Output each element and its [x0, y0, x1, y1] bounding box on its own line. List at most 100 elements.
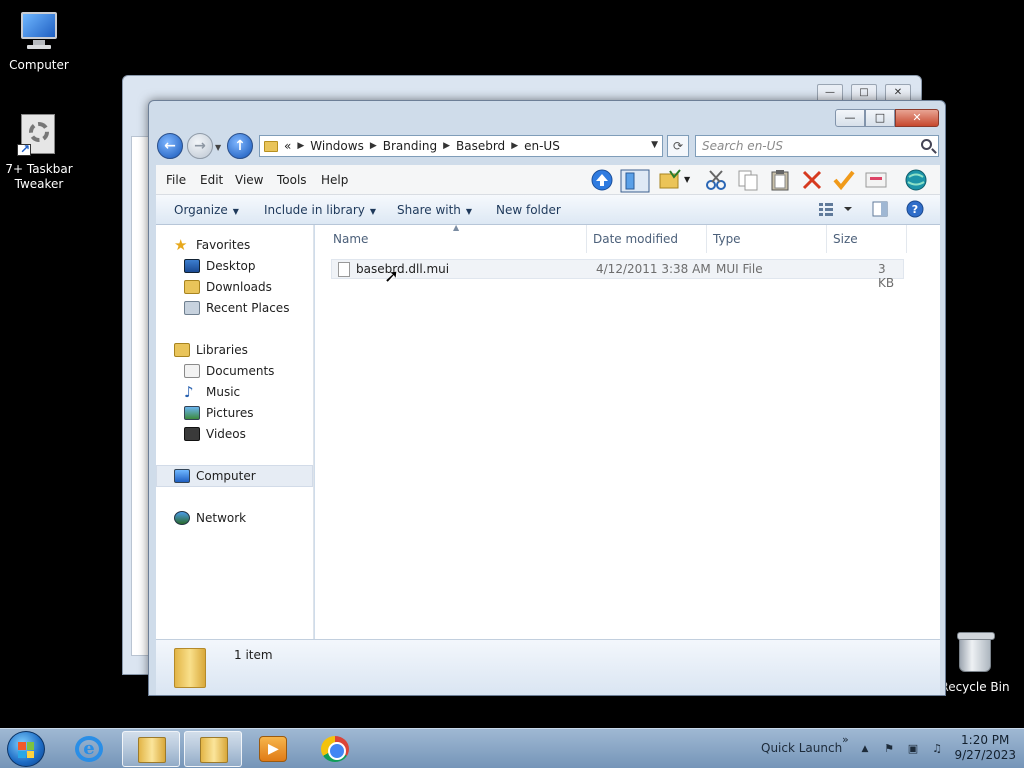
svg-text:?: ? [912, 203, 918, 216]
taskbar-explorer-window-2[interactable] [184, 731, 242, 767]
include-in-library-button[interactable]: Include in library ▼ [264, 203, 376, 217]
view-options-button[interactable] [818, 201, 854, 220]
nav-pictures[interactable]: Pictures [184, 403, 254, 423]
maximize-button[interactable]: □ [865, 109, 895, 127]
desktop-icon [184, 259, 200, 273]
folder-options-icon[interactable] [658, 169, 682, 191]
nav-favorites[interactable]: ★ Favorites [174, 235, 250, 255]
menu-edit[interactable]: Edit [200, 173, 223, 187]
chevron-right-icon[interactable]: ▶ [511, 141, 518, 151]
preview-pane-button[interactable] [872, 201, 888, 220]
paste-icon[interactable] [768, 169, 792, 191]
chevron-right-icon[interactable]: ▶ [370, 141, 377, 151]
chevron-right-icon[interactable]: ▶ [443, 141, 450, 151]
nav-label: Documents [206, 364, 275, 378]
address-bar[interactable]: « ▶ Windows ▶ Branding ▶ Basebrd ▶ en-US… [259, 135, 663, 157]
desktop-icon-computer[interactable]: Computer [0, 8, 78, 73]
breadcrumb-overflow[interactable]: « [284, 139, 291, 153]
pane-icon [872, 201, 888, 217]
search-input[interactable]: Search en-US [695, 135, 939, 157]
nav-videos[interactable]: Videos [184, 424, 246, 444]
column-header-date-modified[interactable]: Date modified [587, 225, 707, 253]
clock[interactable]: 1:20 PM 9/27/2023 [954, 733, 1016, 763]
action-center-icon[interactable]: ⚑ [882, 743, 896, 755]
volume-icon[interactable]: ♫ [930, 743, 944, 755]
network-tray-icon[interactable]: ▣ [906, 743, 920, 755]
nav-label: Network [196, 511, 247, 525]
nav-computer[interactable]: Computer [174, 466, 256, 486]
search-icon[interactable] [921, 139, 932, 150]
file-type: MUI File [716, 262, 763, 276]
organize-button[interactable]: Organize ▼ [174, 203, 239, 217]
folder-icon [200, 737, 228, 763]
up-one-level-icon[interactable] [590, 169, 614, 191]
file-size: 3 KB [878, 262, 895, 290]
breadcrumb-windows[interactable]: Windows [310, 139, 364, 153]
back-button[interactable]: ← [157, 133, 183, 159]
recent-places-icon [184, 301, 200, 315]
explorer-window: — □ ✕ ← → ▼ ↑ « ▶ Windows ▶ Branding ▶ B… [148, 100, 946, 696]
breadcrumb-branding[interactable]: Branding [383, 139, 437, 153]
nav-documents[interactable]: Documents [184, 361, 274, 381]
minimize-button[interactable]: — [835, 109, 865, 127]
computer-icon [15, 8, 63, 56]
new-folder-button[interactable]: New folder [496, 203, 561, 217]
address-dropdown-icon[interactable]: ▼ [651, 140, 658, 150]
desktop-icon-recycle-bin[interactable]: Recycle Bin [936, 630, 1014, 695]
menu-help[interactable]: Help [321, 173, 348, 187]
nav-network[interactable]: Network [174, 508, 246, 528]
taskbar-media-player[interactable] [244, 731, 302, 767]
table-row[interactable]: basebrd.dll.mui 4/12/2011 3:38 AM MUI Fi… [331, 259, 904, 290]
forward-button[interactable]: → [187, 133, 213, 159]
breadcrumb-basebrd[interactable]: Basebrd [456, 139, 505, 153]
quick-launch-overflow[interactable]: » [842, 733, 849, 746]
menu-file[interactable]: File [166, 173, 186, 187]
up-button[interactable]: ↑ [227, 133, 253, 159]
history-dropdown-icon[interactable]: ▼ [215, 143, 221, 152]
network-icon [174, 511, 190, 525]
share-with-button[interactable]: Share with ▼ [397, 203, 472, 217]
taskbar-explorer-window-1[interactable] [122, 731, 180, 767]
file-name: basebrd.dll.mui [356, 262, 450, 276]
music-icon: ♪ [184, 383, 194, 401]
cut-icon[interactable] [704, 169, 728, 191]
nav-recent-places[interactable]: Recent Places [184, 298, 289, 318]
clock-time: 1:20 PM [961, 733, 1010, 747]
menu-view[interactable]: View [235, 173, 263, 187]
documents-icon [184, 364, 200, 378]
column-header-type[interactable]: Type [707, 225, 827, 253]
refresh-button[interactable]: ⟳ [667, 135, 689, 157]
taskbar-internet-explorer[interactable]: e [60, 731, 118, 767]
star-icon: ★ [174, 236, 188, 254]
videos-icon [184, 427, 200, 441]
desktop-icon-taskbar-tweaker[interactable]: 7+ Taskbar Tweaker [0, 112, 78, 192]
taskbar-chrome[interactable] [306, 731, 364, 767]
properties-icon[interactable] [864, 169, 888, 191]
tray-expand-icon[interactable]: ▲ [858, 743, 872, 755]
close-button[interactable]: ✕ [895, 109, 939, 127]
column-header-size[interactable]: Size [827, 225, 907, 253]
breadcrumb-en-us[interactable]: en-US [524, 139, 560, 153]
help-button[interactable]: ? [906, 200, 924, 221]
quick-launch-label[interactable]: Quick Launch [761, 741, 842, 755]
desktop-icon-label: Computer [9, 58, 69, 72]
file-list: Name ▲ Date modified Type Size basebrd.d… [315, 223, 940, 639]
preview-pane-icon[interactable] [620, 169, 650, 193]
window-controls: — □ ✕ [835, 109, 939, 127]
nav-libraries[interactable]: Libraries [174, 340, 248, 360]
dropdown-arrow-icon[interactable]: ▼ [684, 169, 694, 191]
nav-label: Recent Places [206, 301, 290, 315]
nav-desktop[interactable]: Desktop [184, 256, 256, 276]
sort-ascending-icon: ▲ [453, 223, 460, 232]
nav-music[interactable]: ♪ Music [184, 382, 240, 402]
checkmark-icon[interactable] [832, 169, 856, 191]
start-button[interactable] [7, 731, 45, 767]
menu-tools[interactable]: Tools [277, 173, 307, 187]
copy-icon[interactable] [736, 169, 760, 191]
menu-bar: File Edit View Tools Help ▼ [156, 165, 940, 195]
globe-icon[interactable] [904, 169, 928, 191]
downloads-icon [184, 280, 200, 294]
desktop-icon-label: Recycle Bin [940, 680, 1010, 694]
delete-icon[interactable] [800, 169, 824, 191]
nav-downloads[interactable]: Downloads [184, 277, 272, 297]
